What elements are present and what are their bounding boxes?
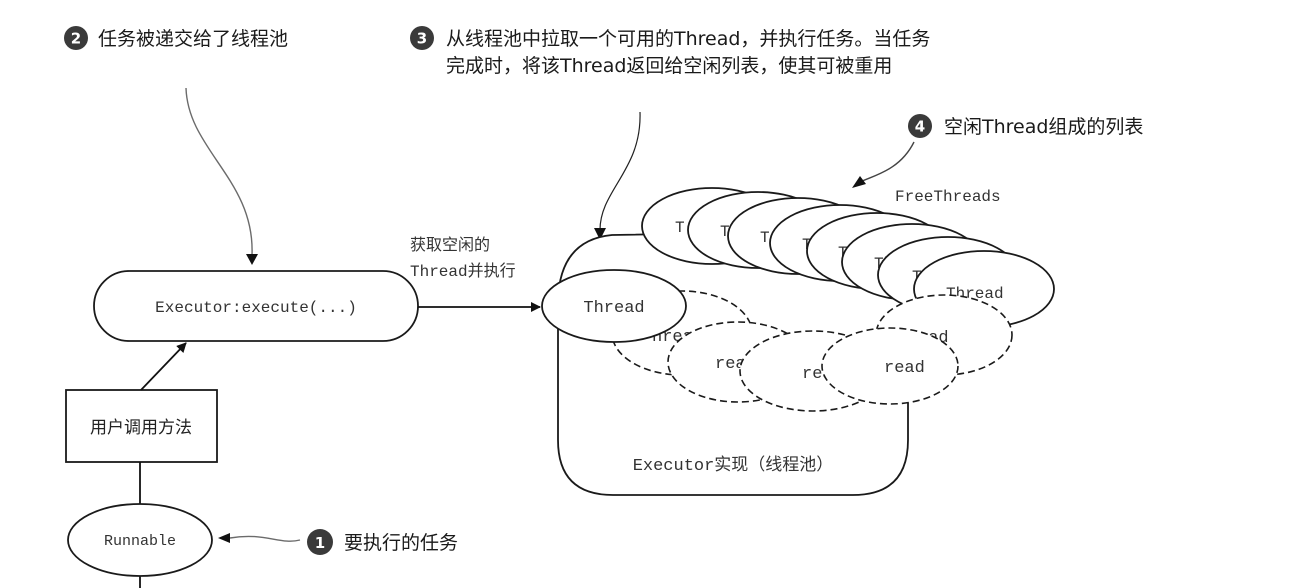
callout-3-line1: 从线程池中拉取一个可用的Thread，并执行任务。当任务 (446, 28, 930, 50)
pool-container-label-text: Executor实现（线程池） (633, 455, 834, 476)
user-call-to-executor-arrow (140, 342, 187, 391)
callout-1-pointer (229, 535, 301, 542)
edge-label-line2: Thread并执行 (410, 262, 516, 281)
callout-2-pointer (185, 87, 253, 256)
callout-2-text: 任务被递交给了线程池 (98, 28, 288, 50)
callout-3-number: 3 (417, 30, 427, 48)
executor-diagram: 2 任务被递交给了线程池 3 从线程池中拉取一个可用的Thread，并执行任务。… (64, 26, 1143, 588)
edge-label-line2-text: Thread并执行 (410, 262, 516, 281)
executor-execute-node: Executor:execute(...) (93, 270, 419, 342)
executor-execute-label: Executor:execute(...) (155, 299, 357, 317)
callout-1-arrowhead-icon (218, 533, 230, 543)
callout-4-arrowhead-icon (852, 176, 866, 188)
callout-4-pointer (859, 141, 915, 183)
user-call-label: 用户调用方法 (90, 418, 192, 438)
callout-1-text: 要执行的任务 (344, 532, 458, 554)
busy-thread-4-label: read (884, 359, 925, 378)
callout-3: 3 从线程池中拉取一个可用的Thread，并执行任务。当任务 完成时，将该Thr… (410, 26, 930, 77)
callout-2: 2 任务被递交给了线程池 (64, 26, 288, 50)
free-thread-1-label: T (675, 219, 685, 237)
callout-4-text: 空闲Thread组成的列表 (944, 116, 1143, 138)
pool-container-label: Executor实现（线程池） (633, 455, 834, 476)
callout-2-number: 2 (71, 30, 81, 48)
callout-4-number: 4 (915, 118, 925, 136)
callout-3-pointer (599, 111, 641, 231)
callout-2-arrowhead-icon (246, 254, 258, 265)
callout-3-line2: 完成时，将该Thread返回给空闲列表，使其可被重用 (446, 55, 892, 77)
active-thread-node: Thread (541, 269, 687, 343)
callout-1-number: 1 (315, 534, 325, 552)
user-call-node: 用户调用方法 (65, 389, 218, 463)
callout-1: 1 要执行的任务 (218, 529, 458, 555)
active-thread-label: Thread (583, 299, 644, 318)
free-threads-label: FreeThreads (895, 188, 1001, 206)
edge-label-line1: 获取空闲的 (410, 235, 490, 254)
callout-4: 4 空闲Thread组成的列表 (908, 114, 1143, 138)
runnable-label: Runnable (104, 533, 176, 550)
runnable-node: Runnable (67, 503, 213, 577)
free-thread-3-label: T (760, 229, 770, 247)
